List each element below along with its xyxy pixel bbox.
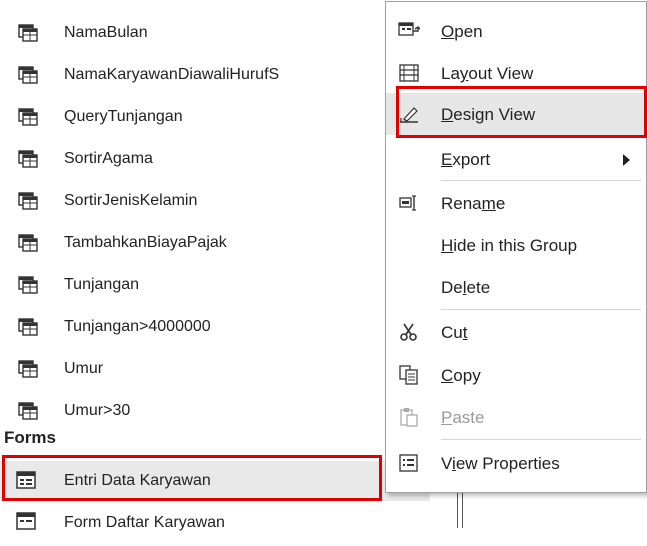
menu-separator xyxy=(441,180,641,181)
nav-item-query[interactable]: TambahkanBiayaPajak xyxy=(0,222,440,264)
query-icon xyxy=(18,276,38,294)
menu-item-label: Layout View xyxy=(441,64,534,83)
nav-item-query[interactable]: SortirJenisKelamin xyxy=(0,180,440,222)
query-icon xyxy=(18,66,38,84)
query-icon xyxy=(18,318,38,336)
nav-item-query[interactable]: NamaKaryawanDiawaliHurufS xyxy=(0,54,440,96)
menu-item-hide-in-group[interactable]: Hide in this Group xyxy=(386,224,646,266)
properties-icon xyxy=(399,454,418,472)
query-icon xyxy=(18,108,38,126)
query-icon xyxy=(18,192,38,210)
nav-item-form-entri-data-karyawan[interactable]: Entri Data Karyawan xyxy=(0,461,430,501)
layout-view-icon xyxy=(399,64,419,82)
menu-item-layout-view[interactable]: Layout View xyxy=(386,52,646,94)
menu-item-label: Design View xyxy=(441,105,536,124)
forms-group-header[interactable]: Forms xyxy=(4,428,56,448)
menu-item-export[interactable]: Export xyxy=(386,138,646,180)
nav-item-label: SortirAgama xyxy=(64,150,153,167)
nav-item-form-daftar-karyawan[interactable]: Form Daftar Karyawan xyxy=(0,506,430,546)
nav-item-label: Form Daftar Karyawan xyxy=(64,514,225,531)
nav-item-label: Tunjangan>4000000 xyxy=(64,318,211,335)
navigation-pane: NamaBulan NamaKaryawanDiawaliHurufS QueryT… xyxy=(0,0,463,531)
menu-item-paste[interactable]: Paste xyxy=(386,396,646,438)
query-icon xyxy=(18,24,38,42)
menu-separator xyxy=(441,439,641,440)
menu-item-cut[interactable]: Cut xyxy=(386,311,646,353)
form-icon xyxy=(16,471,36,489)
menu-item-label: Open xyxy=(441,22,483,41)
nav-item-query[interactable]: SortirAgama xyxy=(0,138,440,180)
scissors-icon xyxy=(400,323,417,341)
menu-item-copy[interactable]: Copy xyxy=(386,354,646,396)
rename-icon xyxy=(399,195,416,211)
nav-item-query[interactable]: Tunjangan xyxy=(0,264,440,306)
menu-item-view-properties[interactable]: View Properties xyxy=(386,442,646,484)
menu-separator xyxy=(441,309,641,310)
query-icon xyxy=(18,234,38,252)
design-view-icon xyxy=(400,107,418,123)
nav-item-label: TambahkanBiayaPajak xyxy=(64,234,227,251)
menu-item-label: Paste xyxy=(441,408,485,427)
open-icon xyxy=(398,22,420,36)
menu-item-label: Rename xyxy=(441,194,506,213)
menu-item-rename[interactable]: Rename xyxy=(386,182,646,224)
nav-item-label: NamaBulan xyxy=(64,24,148,41)
nav-item-query[interactable]: QueryTunjangan xyxy=(0,96,440,138)
menu-item-delete[interactable]: Delete xyxy=(386,266,646,308)
query-icon xyxy=(18,360,38,378)
menu-item-label: Cut xyxy=(441,323,468,342)
nav-item-query[interactable]: Tunjangan>4000000 xyxy=(0,306,440,348)
nav-item-label: Entri Data Karyawan xyxy=(64,472,211,489)
nav-item-label: Umur xyxy=(64,360,104,377)
nav-item-label: QueryTunjangan xyxy=(64,108,183,125)
nav-item-label: NamaKaryawanDiawaliHurufS xyxy=(64,66,280,83)
menu-item-open[interactable]: Open xyxy=(386,10,646,52)
nav-item-label: Umur>30 xyxy=(64,402,131,419)
nav-item-query[interactable]: NamaBulan xyxy=(0,12,440,54)
menu-item-label: View Properties xyxy=(441,454,560,473)
submenu-arrow-icon xyxy=(623,154,630,166)
nav-item-query[interactable]: Umur xyxy=(0,348,440,390)
query-icon xyxy=(18,402,38,420)
paste-icon xyxy=(400,408,418,427)
menu-item-label: Hide in this Group xyxy=(441,236,578,255)
query-icon xyxy=(18,150,38,168)
context-menu: Open Layout View Design View Export Rena… xyxy=(385,1,647,493)
nav-item-label: Tunjangan xyxy=(64,276,140,293)
menu-item-design-view[interactable]: Design View xyxy=(386,93,646,135)
nav-item-query[interactable]: Umur>30 xyxy=(0,390,440,432)
copy-icon xyxy=(399,365,418,385)
menu-item-label: Copy xyxy=(441,366,481,385)
menu-item-label: Delete xyxy=(441,278,491,297)
form-icon xyxy=(16,512,36,530)
nav-item-label: SortirJenisKelamin xyxy=(64,192,198,209)
menu-item-label: Export xyxy=(441,150,491,169)
